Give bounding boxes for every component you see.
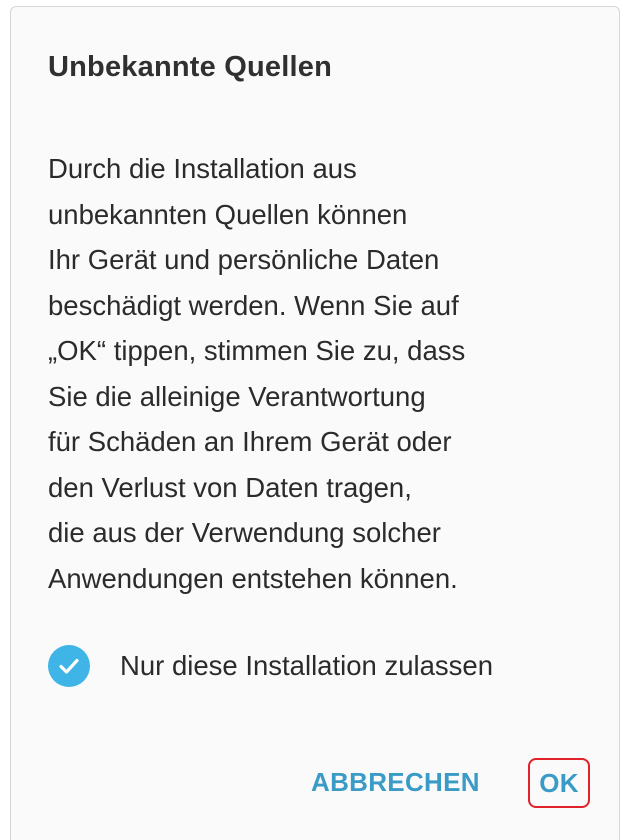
message-line: Ihr Gerät und persönliche Daten: [48, 244, 440, 275]
message-line: Anwendungen entstehen können.: [48, 562, 458, 594]
message-line: beschädigt werden. Wenn Sie auf: [48, 289, 459, 321]
message-line: Sie die alleinige Verantwortung: [48, 380, 426, 412]
message-line: die aus der Verwendung solcher: [48, 517, 441, 548]
message-line: Durch die Installation aus: [48, 153, 357, 184]
checkbox-label: Nur diese Installation zulassen: [120, 650, 493, 681]
cancel-button[interactable]: ABBRECHEN: [311, 767, 480, 798]
message-line: „OK“ tippen, stimmen Sie zu, dass: [48, 335, 466, 366]
allow-once-checkbox[interactable]: Nur diese Installation zulassen: [48, 645, 493, 687]
message-line: unbekannten Quellen können: [48, 198, 408, 230]
check-circle-icon[interactable]: [48, 645, 90, 687]
unknown-sources-dialog: Unbekannte Quellen Durch die Installatio…: [10, 6, 620, 840]
ok-button[interactable]: OK: [528, 758, 590, 808]
dialog-title: Unbekannte Quellen: [48, 51, 332, 83]
dialog-message: Durch die Installation aus unbekannten Q…: [48, 146, 588, 601]
message-line: für Schäden an Ihrem Gerät oder: [48, 426, 452, 457]
message-line: den Verlust von Daten tragen,: [48, 471, 412, 503]
